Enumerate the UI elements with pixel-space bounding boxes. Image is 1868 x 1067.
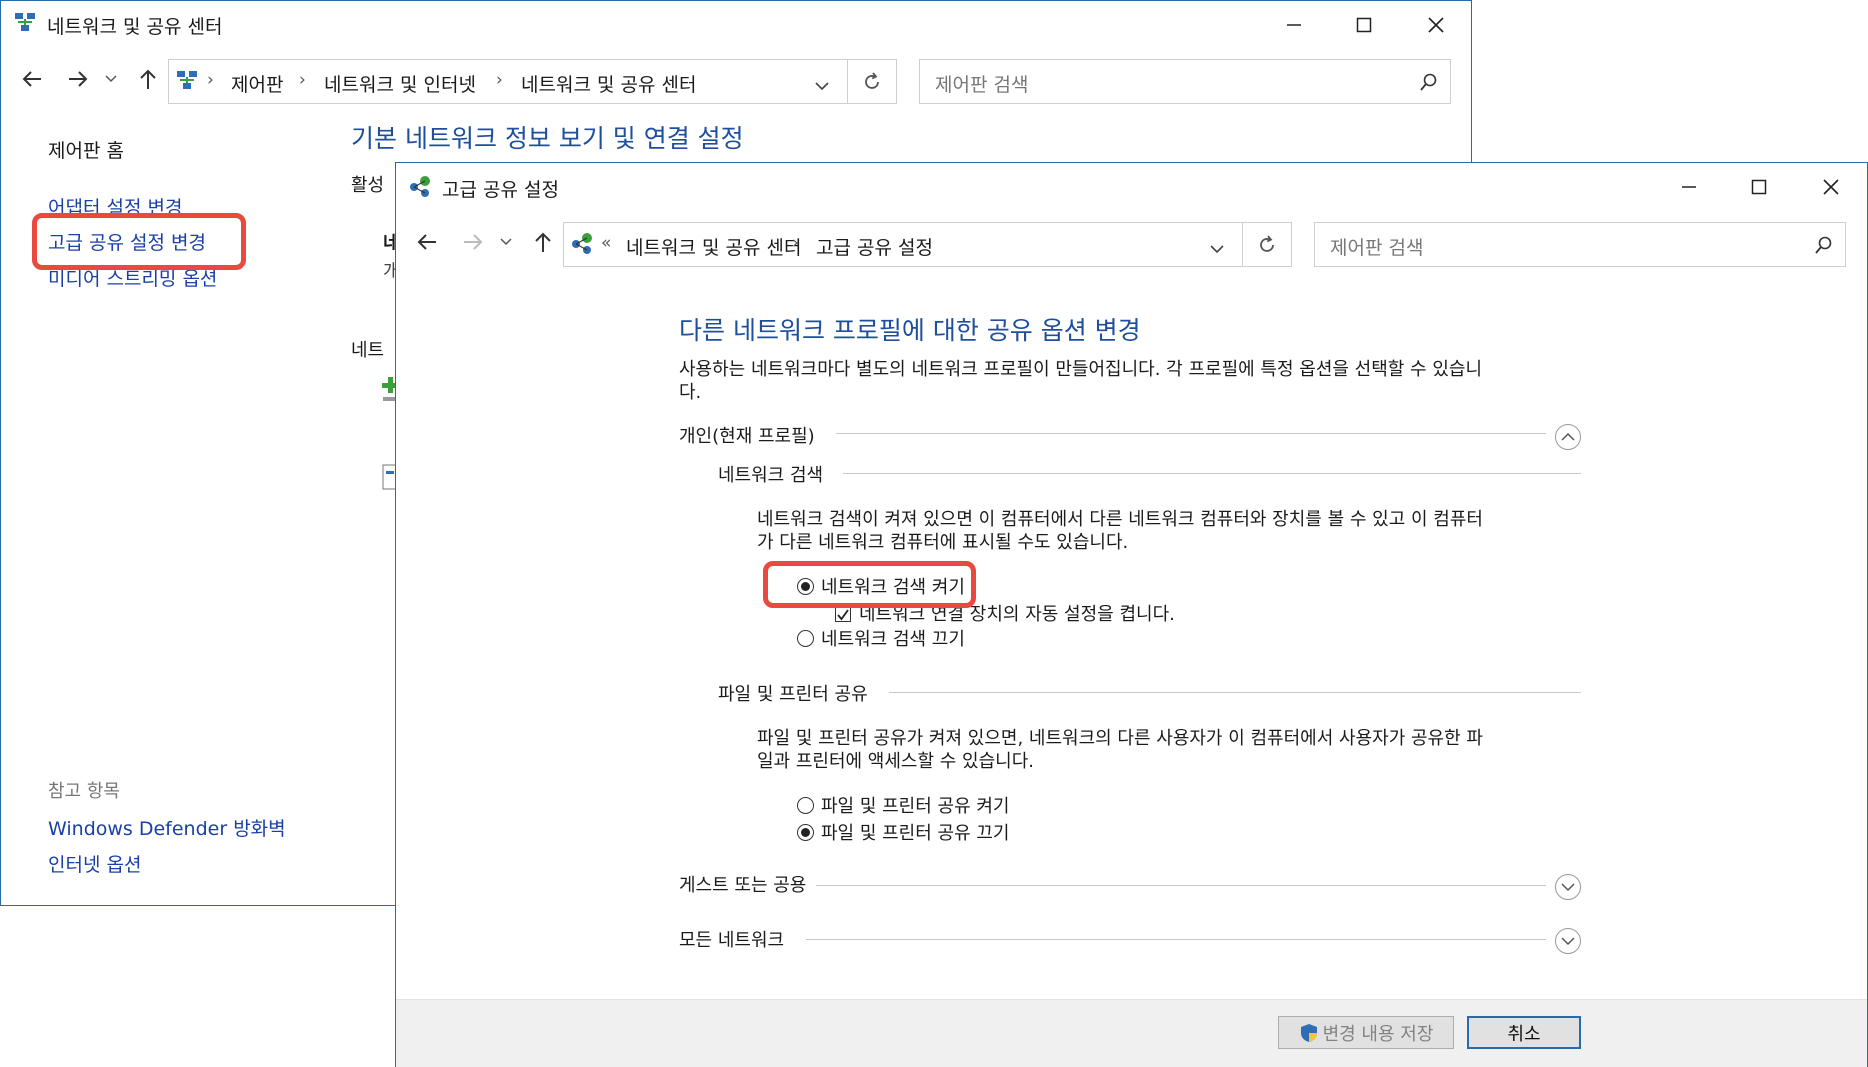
highlight-advanced-sharing [32, 213, 246, 270]
chevron-right-icon: › [496, 70, 503, 90]
search-input[interactable]: 제어판 검색 [919, 59, 1451, 104]
chevron-down-icon[interactable] [1210, 240, 1224, 259]
breadcrumb-network-internet[interactable]: 네트워크 및 인터넷 [324, 70, 476, 97]
search-icon[interactable] [1420, 73, 1438, 95]
sidebar-control-panel-home[interactable]: 제어판 홈 [48, 136, 124, 163]
cancel-label: 취소 [1507, 1023, 1541, 1045]
chevron-right-icon: › [207, 70, 214, 90]
close-button[interactable] [1411, 7, 1461, 43]
close-button[interactable] [1806, 169, 1856, 205]
cancel-button[interactable]: 취소 [1467, 1016, 1581, 1049]
up-arrow-icon[interactable] [133, 64, 163, 94]
front-window: 고급 공유 설정 « 네트워크 및 공유 센터 › 고급 공유 설정 제어판 검… [395, 162, 1868, 1067]
network-discovery-label: 네트워크 검색 [718, 465, 824, 486]
maximize-button[interactable] [1339, 7, 1389, 43]
profile-guest-heading[interactable]: 게스트 또는 공용 [679, 871, 806, 897]
back-arrow-icon[interactable] [412, 227, 442, 257]
network-center-icon [175, 69, 199, 93]
recent-dropdown-icon[interactable] [101, 64, 121, 94]
refresh-button[interactable] [1242, 222, 1292, 267]
recent-dropdown-icon[interactable] [496, 227, 516, 257]
highlight-network-discovery-on [763, 561, 976, 608]
save-changes-button[interactable]: 변경 내용 저장 [1278, 1016, 1454, 1049]
chevron-right-icon: › [792, 233, 799, 253]
search-placeholder: 제어판 검색 [1330, 237, 1424, 259]
sharing-settings-icon [570, 232, 596, 256]
back-arrow-icon[interactable] [17, 64, 47, 94]
window-title: 네트워크 및 공유 센터 [47, 16, 223, 38]
footer-bar [396, 999, 1867, 1067]
chevron-down-icon[interactable] [815, 77, 829, 96]
divider [836, 433, 1546, 434]
network-discovery-off-label[interactable]: 네트워크 검색 끄기 [821, 625, 965, 651]
breadcrumb-advanced-sharing[interactable]: 고급 공유 설정 [816, 233, 933, 260]
refresh-icon [865, 71, 879, 89]
search-icon[interactable] [1815, 236, 1833, 258]
refresh-button[interactable] [847, 59, 897, 104]
search-placeholder: 제어판 검색 [935, 74, 1029, 96]
breadcrumb-control-panel[interactable]: 제어판 [231, 70, 283, 97]
address-bar[interactable]: « 네트워크 및 공유 센터 › 고급 공유 설정 [563, 222, 1243, 267]
refresh-icon [1260, 234, 1274, 252]
file-sharing-off-label[interactable]: 파일 및 프린터 공유 끄기 [821, 819, 1010, 845]
divider [806, 939, 1546, 940]
expand-chevron-down-icon[interactable] [1555, 928, 1581, 954]
divider [889, 692, 1581, 693]
auto-setup-checkbox[interactable] [835, 606, 851, 622]
overflow-chevron-icon[interactable]: « [601, 233, 611, 253]
file-sharing-off-radio[interactable] [797, 824, 814, 841]
page-heading: 다른 네트워크 프로필에 대한 공유 옵션 변경 [679, 316, 1141, 345]
file-sharing-on-radio[interactable] [797, 797, 814, 814]
minimize-button[interactable] [1269, 7, 1319, 43]
page-description-line2: 다. [679, 382, 702, 403]
forward-arrow-icon[interactable] [458, 227, 488, 257]
active-networks-label: 활성 [351, 175, 385, 196]
change-network-label: 네트 [351, 340, 385, 361]
collapse-chevron-up-icon[interactable] [1555, 424, 1581, 450]
chevron-right-icon: › [299, 70, 306, 90]
file-sharing-label: 파일 및 프린터 공유 [718, 684, 868, 705]
network-discovery-off-radio[interactable] [797, 630, 814, 647]
page-description-line1: 사용하는 네트워크마다 별도의 네트워크 프로필이 만들어집니다. 각 프로필에… [679, 359, 1483, 380]
sharing-settings-icon [408, 175, 434, 199]
file-sharing-on-label[interactable]: 파일 및 프린터 공유 켜기 [821, 792, 1010, 818]
forward-arrow-icon[interactable] [63, 64, 93, 94]
see-also-heading: 참고 항목 [48, 781, 120, 802]
see-also-internet-options[interactable]: 인터넷 옵션 [48, 850, 141, 877]
profile-private-heading[interactable]: 개인(현재 프로필) [679, 422, 815, 448]
page-title: 기본 네트워크 정보 보기 및 연결 설정 [351, 124, 744, 153]
expand-chevron-down-icon[interactable] [1555, 874, 1581, 900]
divider [843, 473, 1581, 474]
breadcrumb-network-center[interactable]: 네트워크 및 공유 센터 [521, 70, 696, 97]
checkmark-icon [837, 609, 849, 621]
up-arrow-icon[interactable] [528, 227, 558, 257]
divider [816, 885, 1546, 886]
network-discovery-desc-line2: 가 다른 네트워크 컴퓨터에 표시될 수도 있습니다. [757, 532, 1129, 553]
minimize-button[interactable] [1664, 169, 1714, 205]
save-changes-label: 변경 내용 저장 [1322, 1023, 1434, 1045]
window-title: 고급 공유 설정 [442, 179, 559, 201]
see-also-firewall[interactable]: Windows Defender 방화벽 [48, 814, 286, 841]
maximize-button[interactable] [1734, 169, 1784, 205]
search-input[interactable]: 제어판 검색 [1314, 222, 1846, 267]
network-center-icon [13, 11, 37, 35]
breadcrumb-network-center[interactable]: 네트워크 및 공유 센터 [626, 233, 801, 260]
profile-all-heading[interactable]: 모든 네트워크 [679, 926, 784, 952]
shield-icon [1300, 1023, 1317, 1042]
address-bar[interactable]: › 제어판 › 네트워크 및 인터넷 › 네트워크 및 공유 센터 [168, 59, 848, 104]
file-sharing-desc-line2: 일과 프린터에 액세스할 수 있습니다. [757, 751, 1035, 772]
